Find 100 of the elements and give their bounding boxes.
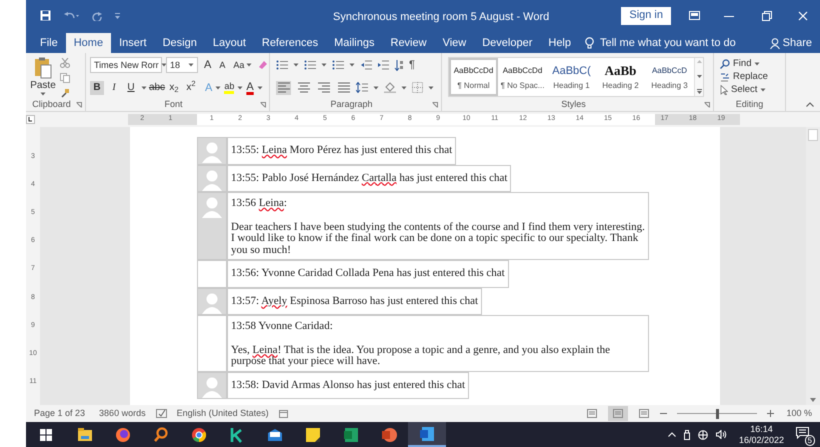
- caret-icon[interactable]: [373, 86, 379, 90]
- view-button[interactable]: [608, 406, 628, 421]
- style-gallery-item[interactable]: AaBbCcD Heading 3: [645, 58, 694, 96]
- format-button[interactable]: B: [90, 80, 104, 95]
- replace-button[interactable]: Replace: [720, 70, 768, 83]
- ribbon-tab[interactable]: Home: [66, 33, 112, 53]
- style-gallery-item[interactable]: AaBbC( Heading 1: [547, 58, 596, 96]
- customize-dropdown-icon[interactable]: [115, 12, 120, 18]
- restore-icon[interactable]: [762, 10, 772, 20]
- sort-icon[interactable]: [394, 60, 404, 71]
- grow-font-button[interactable]: A: [202, 57, 214, 74]
- numbering-icon[interactable]: [304, 60, 316, 70]
- bullets-icon[interactable]: [276, 60, 288, 70]
- caret-icon[interactable]: [215, 86, 222, 90]
- dialog-launcher-icon[interactable]: [260, 102, 266, 108]
- dialog-launcher-icon[interactable]: [76, 102, 82, 108]
- format-button[interactable]: abc: [150, 80, 164, 95]
- caret-icon[interactable]: [293, 63, 299, 68]
- scroll-down-arrow-icon[interactable]: [809, 397, 817, 403]
- decrease-indent-icon[interactable]: [360, 60, 372, 70]
- font-size-field[interactable]: 18: [166, 57, 198, 74]
- windows-start-icon[interactable]: [40, 428, 52, 440]
- alignment-button[interactable]: [316, 80, 331, 94]
- person-icon[interactable]: [770, 38, 780, 48]
- macro-recording-icon[interactable]: [278, 409, 288, 418]
- style-gallery-item[interactable]: AaBb Heading 2: [596, 58, 645, 96]
- format-button[interactable]: x$^{2}$: [184, 80, 198, 95]
- dialog-launcher-icon[interactable]: [432, 102, 438, 108]
- caret-icon[interactable]: [256, 86, 263, 90]
- share-button[interactable]: Share: [770, 33, 812, 53]
- style-gallery-item[interactable]: AaBbCcDd ¶ No Spac...: [498, 58, 547, 96]
- language-indicator[interactable]: English (United States): [176, 406, 269, 420]
- caret-icon[interactable]: [428, 86, 434, 90]
- ribbon-tab[interactable]: Developer: [474, 33, 540, 53]
- paste-button[interactable]: Paste: [30, 57, 56, 99]
- collapse-ribbon-icon[interactable]: [806, 102, 814, 107]
- gallery-scroll-buttons[interactable]: [694, 58, 703, 96]
- redo-icon[interactable]: [91, 10, 103, 20]
- caret-icon[interactable]: [160, 63, 167, 68]
- format-button[interactable]: I: [107, 80, 121, 95]
- caret-icon[interactable]: [141, 86, 147, 90]
- find-button[interactable]: Find: [720, 57, 768, 70]
- proofing-icon[interactable]: [156, 409, 167, 418]
- ribbon-tab[interactable]: Mailings: [326, 33, 382, 53]
- ribbon-tab[interactable]: File: [32, 33, 66, 53]
- show-formatting-button[interactable]: ¶: [409, 57, 415, 74]
- caret-icon[interactable]: [246, 63, 252, 68]
- tab-selector-icon[interactable]: [26, 115, 35, 124]
- ribbon-tab[interactable]: Help: [540, 33, 579, 53]
- font-color-button[interactable]: A: [246, 82, 254, 94]
- notification-center-button[interactable]: 5: [796, 426, 812, 442]
- caret-icon[interactable]: [754, 62, 760, 66]
- shrink-font-button[interactable]: A: [217, 58, 228, 72]
- change-case-button[interactable]: Aa: [231, 58, 254, 72]
- lightbulb-icon[interactable]: [585, 37, 594, 49]
- caret-icon[interactable]: [760, 88, 766, 92]
- speaker-icon[interactable]: [716, 430, 727, 439]
- borders-icon[interactable]: [412, 82, 423, 93]
- alignment-button[interactable]: [296, 80, 311, 94]
- clock-time[interactable]: 16:14: [750, 424, 773, 434]
- word-count[interactable]: 3860 words: [99, 406, 146, 420]
- ribbon-tab[interactable]: Layout: [204, 33, 254, 53]
- usb-drive-icon[interactable]: [684, 430, 690, 440]
- scissors-icon[interactable]: [60, 58, 70, 68]
- format-button[interactable]: x$_{2}$: [167, 80, 181, 95]
- more-icon[interactable]: [696, 89, 702, 94]
- multilevel-list-icon[interactable]: [332, 60, 344, 70]
- ribbon-tab[interactable]: View: [434, 33, 474, 53]
- brush-icon[interactable]: [60, 88, 70, 98]
- sign-in-button[interactable]: Sign in: [621, 6, 671, 24]
- increase-indent-icon[interactable]: [377, 60, 389, 70]
- scroll-down-icon[interactable]: [696, 74, 702, 78]
- style-gallery-item[interactable]: AaBbCcDd ¶ Normal: [449, 58, 498, 96]
- tell-me-search[interactable]: Tell me what you want to do: [600, 34, 736, 52]
- caret-icon[interactable]: [237, 86, 244, 90]
- dialog-launcher-icon[interactable]: [704, 102, 710, 108]
- alignment-button[interactable]: [336, 80, 351, 94]
- highlight-button[interactable]: ab: [224, 82, 234, 94]
- clock-date[interactable]: 16/02/2022: [738, 434, 784, 446]
- caret-icon[interactable]: [321, 63, 327, 68]
- zoom-out-icon[interactable]: [660, 410, 668, 417]
- globe-icon[interactable]: [698, 430, 708, 440]
- zoom-slider[interactable]: [677, 408, 758, 418]
- ribbon-display-options-icon[interactable]: [689, 11, 700, 20]
- caret-icon[interactable]: [349, 63, 355, 68]
- eraser-icon[interactable]: [258, 60, 268, 70]
- select-button[interactable]: Select: [720, 83, 768, 96]
- ribbon-tab[interactable]: Insert: [111, 33, 155, 53]
- page-count[interactable]: Page 1 of 23: [34, 406, 86, 420]
- zoom-in-icon[interactable]: [767, 410, 774, 417]
- chevron-up-icon[interactable]: [668, 432, 676, 437]
- undo-icon[interactable]: [63, 10, 79, 20]
- close-icon[interactable]: [798, 10, 808, 20]
- save-icon[interactable]: [40, 10, 51, 21]
- ribbon-tab[interactable]: Design: [154, 33, 205, 53]
- caret-icon[interactable]: [40, 92, 46, 96]
- format-button[interactable]: U: [124, 80, 138, 95]
- ribbon-tab[interactable]: Review: [382, 33, 435, 53]
- zoom-level[interactable]: 100 %: [786, 406, 812, 420]
- ribbon-tab[interactable]: References: [254, 33, 326, 53]
